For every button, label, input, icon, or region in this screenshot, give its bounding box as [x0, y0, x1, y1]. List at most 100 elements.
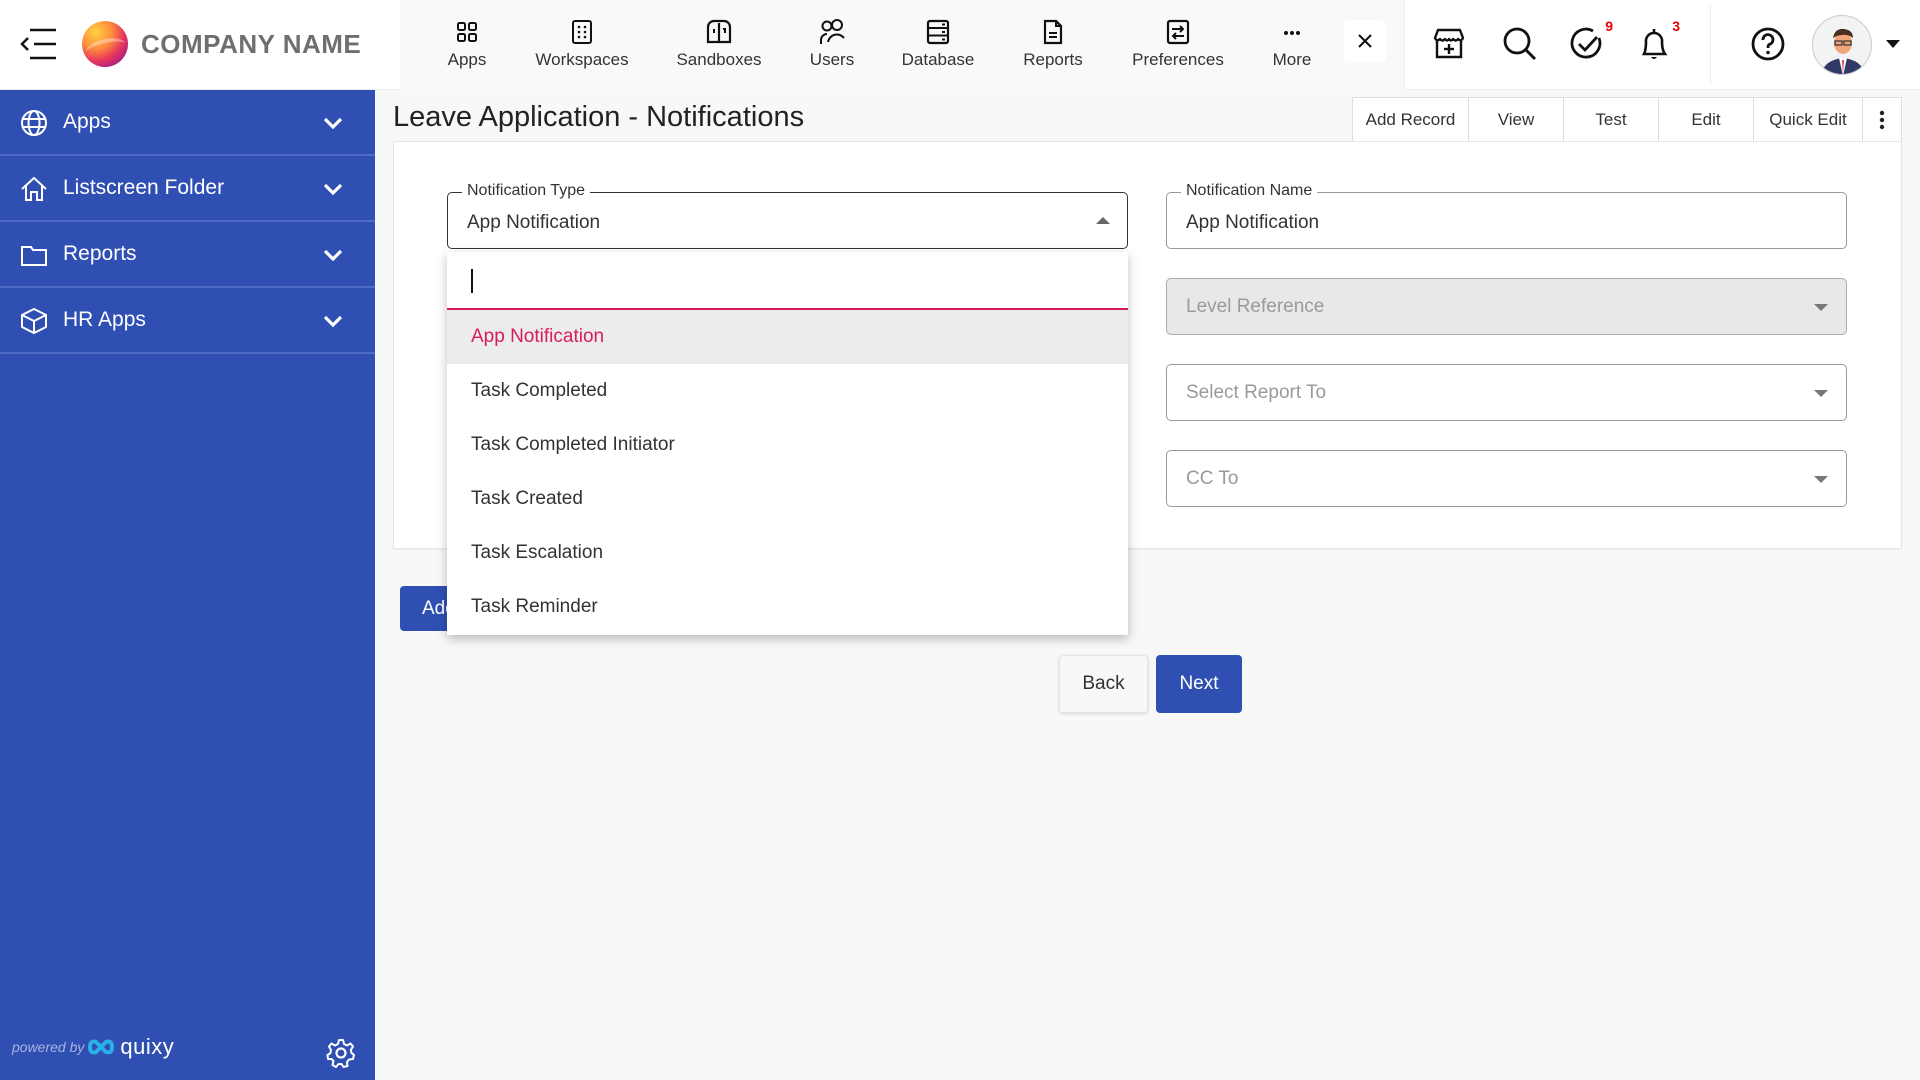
- notification-name-field[interactable]: Notification Name App Notification: [1166, 182, 1847, 249]
- sidebar-item-label: Apps: [63, 110, 111, 133]
- workspaces-icon: [572, 20, 592, 44]
- view-button[interactable]: View: [1469, 98, 1564, 141]
- report-to-select[interactable]: Select Report To: [1166, 364, 1847, 421]
- apps-grid-icon: [457, 22, 477, 42]
- quixy-logo-icon: [88, 1039, 115, 1055]
- bell-icon: [1641, 29, 1668, 59]
- notification-type-select[interactable]: Notification Type App Notification: [447, 182, 1128, 249]
- notification-name-label: Notification Name: [1181, 182, 1318, 200]
- sidebar-item-apps[interactable]: Apps: [0, 90, 375, 156]
- search-icon[interactable]: [1500, 24, 1540, 64]
- add-record-button[interactable]: Add Record: [1353, 98, 1469, 141]
- dropdown-option[interactable]: Task Created: [447, 472, 1128, 526]
- nav-label: Database: [901, 50, 975, 69]
- nav-label: Sandboxes: [676, 50, 762, 69]
- users-icon: [820, 19, 845, 44]
- caret-up-icon: [1096, 217, 1110, 224]
- close-icon: [1358, 34, 1372, 48]
- level-reference-select: Level Reference: [1166, 278, 1847, 335]
- sidebar-item-label: Reports: [63, 242, 137, 265]
- level-reference-placeholder: Level Reference: [1186, 296, 1325, 317]
- chevron-down-icon[interactable]: [322, 312, 344, 330]
- test-button[interactable]: Test: [1564, 98, 1659, 141]
- collapse-menu-icon[interactable]: [18, 27, 58, 61]
- more-actions-button[interactable]: [1863, 98, 1901, 141]
- nav-reports[interactable]: Reports: [998, 18, 1108, 74]
- chevron-down-icon[interactable]: [322, 246, 344, 264]
- dropdown-search-input[interactable]: [447, 252, 1128, 310]
- preferences-icon: [1166, 19, 1190, 45]
- nav-more[interactable]: More: [1237, 18, 1347, 74]
- divider: [1710, 6, 1711, 84]
- nav-label: Workspaces: [535, 50, 629, 69]
- reports-icon: [1043, 19, 1063, 45]
- sandboxes-icon: [706, 19, 732, 44]
- nav-label: Apps: [447, 50, 487, 69]
- back-button[interactable]: Back: [1059, 655, 1148, 713]
- company-logo: [82, 21, 128, 67]
- database-icon: [926, 19, 950, 45]
- check-circle-icon: [1570, 27, 1602, 59]
- notification-type-value: App Notification: [467, 212, 601, 233]
- nav-label: Preferences: [1132, 50, 1224, 69]
- top-nav: Apps Workspaces Sandboxes Users Database…: [400, 0, 1405, 90]
- sidebar-item-listscreen-folder[interactable]: Listscreen Folder: [0, 156, 375, 222]
- report-to-placeholder: Select Report To: [1186, 382, 1327, 403]
- nav-label: Reports: [1023, 50, 1083, 69]
- dropdown-option[interactable]: Task Completed Initiator: [447, 418, 1128, 472]
- quick-edit-button[interactable]: Quick Edit: [1754, 98, 1863, 141]
- home-icon: [21, 176, 47, 201]
- nav-users[interactable]: Users: [777, 18, 887, 74]
- help-icon[interactable]: [1748, 24, 1788, 64]
- powered-by-text: powered by: [12, 1039, 85, 1055]
- notifications-button[interactable]: 3: [1634, 18, 1680, 64]
- more-dots-icon: [1284, 31, 1300, 35]
- nav-apps[interactable]: Apps: [412, 18, 522, 74]
- dropdown-option[interactable]: App Notification: [447, 310, 1128, 364]
- tasks-button[interactable]: 9: [1567, 18, 1613, 64]
- edit-button[interactable]: Edit: [1659, 98, 1754, 141]
- notifications-badge: 3: [1672, 18, 1680, 34]
- user-photo-icon: [1821, 28, 1865, 74]
- notification-name-value: App Notification: [1186, 212, 1320, 233]
- nav-database[interactable]: Database: [883, 18, 993, 74]
- cc-to-select[interactable]: CC To: [1166, 450, 1847, 507]
- cube-icon: [21, 307, 47, 335]
- sidebar: Apps Listscreen Folder Reports HR Apps p…: [0, 90, 375, 1080]
- nav-sandboxes[interactable]: Sandboxes: [664, 18, 774, 74]
- user-menu-caret-icon[interactable]: [1886, 40, 1900, 48]
- store-add-icon[interactable]: [1429, 24, 1469, 64]
- text-cursor: [471, 269, 473, 293]
- notification-type-label: Notification Type: [462, 182, 590, 200]
- sidebar-item-label: HR Apps: [63, 308, 146, 331]
- dropdown-option[interactable]: Task Escalation: [447, 526, 1128, 580]
- nav-workspaces[interactable]: Workspaces: [527, 18, 637, 74]
- powered-by: powered by quixy: [12, 1034, 174, 1060]
- caret-down-icon: [1814, 476, 1828, 483]
- dropdown-option[interactable]: Task Reminder: [447, 580, 1128, 634]
- user-avatar[interactable]: [1812, 15, 1872, 75]
- globe-icon: [21, 110, 47, 136]
- folder-icon: [21, 246, 47, 266]
- kebab-menu-icon: [1879, 110, 1885, 129]
- sidebar-item-reports[interactable]: Reports: [0, 222, 375, 288]
- dropdown-option[interactable]: Task Completed: [447, 364, 1128, 418]
- caret-down-icon: [1814, 390, 1828, 397]
- action-toolbar: Add Record View Test Edit Quick Edit: [1352, 97, 1902, 142]
- close-nav-button[interactable]: [1344, 20, 1386, 62]
- chevron-down-icon[interactable]: [322, 114, 344, 132]
- company-name: COMPANY NAME: [141, 29, 362, 59]
- brand: COMPANY NAME: [0, 0, 400, 90]
- chevron-down-icon[interactable]: [322, 180, 344, 198]
- gear-icon[interactable]: [326, 1038, 356, 1068]
- notification-type-dropdown: App Notification Task Completed Task Com…: [447, 252, 1128, 635]
- sidebar-item-hr-apps[interactable]: HR Apps: [0, 288, 375, 354]
- nav-label: Users: [809, 50, 855, 69]
- top-bar: COMPANY NAME Apps Workspaces Sandboxes U…: [0, 0, 1920, 90]
- caret-down-icon: [1814, 304, 1828, 311]
- next-button[interactable]: Next: [1156, 655, 1242, 713]
- sidebar-item-label: Listscreen Folder: [63, 176, 225, 199]
- nav-label: More: [1272, 50, 1312, 69]
- page-title: Leave Application - Notifications: [393, 101, 805, 133]
- nav-preferences[interactable]: Preferences: [1123, 18, 1233, 74]
